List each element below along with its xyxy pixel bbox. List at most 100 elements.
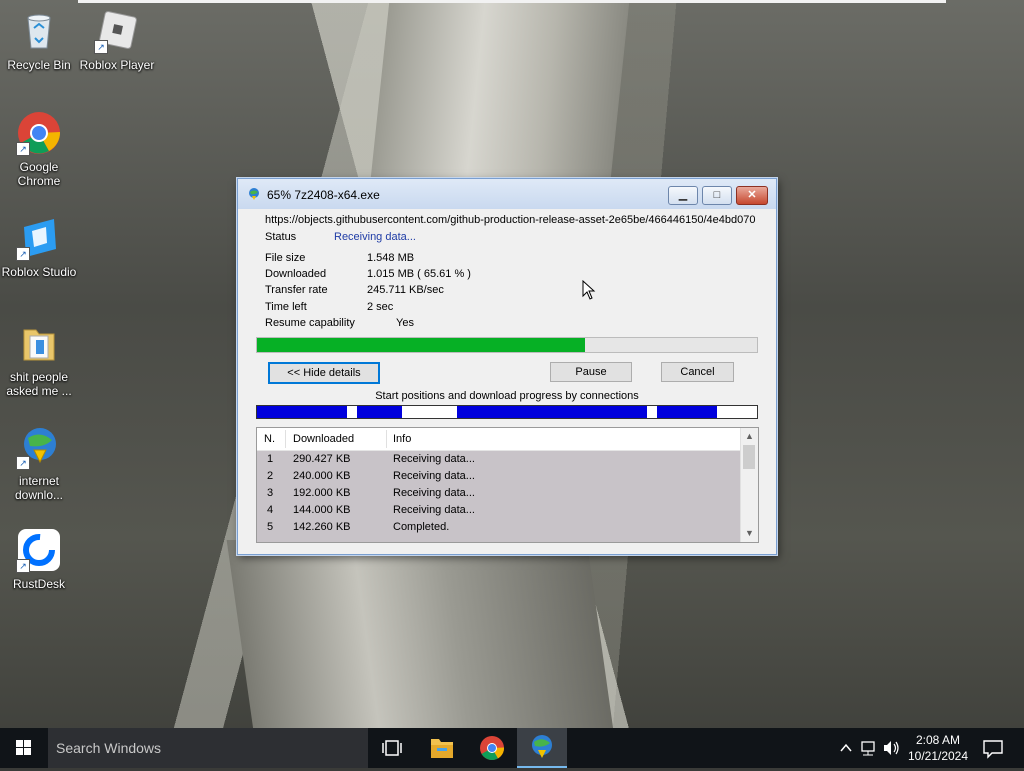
shortcut-arrow-icon: ↗ (16, 456, 30, 470)
row-number: 4 (267, 504, 274, 516)
rustdesk-icon: ↗ (16, 527, 62, 573)
scroll-up-icon[interactable]: ▲ (741, 428, 758, 445)
clock-time: 2:08 AM (915, 733, 961, 747)
connection-segment (557, 406, 647, 418)
downloaded-value: 1.015 MB ( 65.61 % ) (367, 268, 471, 280)
file-size-label: File size (265, 252, 306, 264)
desktop-icon-label: shit people asked me ... (6, 370, 72, 398)
recycle-bin-icon (16, 8, 62, 54)
desktop-icon-label: Roblox Player (79, 58, 155, 72)
row-info: Receiving data... (393, 487, 475, 499)
idm-icon (532, 735, 552, 758)
row-downloaded: 144.000 KB (293, 504, 351, 516)
system-tray (838, 728, 902, 768)
table-vertical-scrollbar[interactable]: ▲ ▼ (740, 428, 758, 542)
row-downloaded: 192.000 KB (293, 487, 351, 499)
desktop-icon-rustdesk[interactable]: ↗ RustDesk (1, 527, 77, 591)
desktop-icon-roblox-studio[interactable]: ↗ Roblox Studio (1, 215, 77, 279)
row-downloaded: 142.260 KB (293, 521, 351, 533)
connection-segment (257, 406, 347, 418)
table-row[interactable]: 2 240.000 KB Receiving data... (257, 468, 758, 485)
desktop-icon-google-chrome[interactable]: ↗ Google Chrome (1, 110, 77, 188)
pause-button[interactable]: Pause (550, 362, 632, 382)
idm-icon (249, 188, 259, 200)
system-clock[interactable]: 2:08 AM 10/21/2024 (906, 732, 970, 764)
row-downloaded: 240.000 KB (293, 470, 351, 482)
desktop-icon-internet-download-manager[interactable]: ↗ internet downlo... (1, 424, 77, 502)
row-number: 3 (267, 487, 274, 499)
desktop-icon-label: RustDesk (12, 577, 65, 591)
download-url: https://objects.githubusercontent.com/gi… (265, 214, 756, 226)
table-row[interactable]: 1 290.427 KB Receiving data... (257, 451, 758, 468)
desktop-icon-label: internet downlo... (14, 474, 64, 502)
resume-capability-value: Yes (396, 317, 414, 329)
transfer-rate-value: 245.711 KB/sec (367, 284, 444, 296)
scroll-down-icon[interactable]: ▼ (741, 525, 758, 542)
shortcut-arrow-icon: ↗ (94, 40, 108, 54)
row-downloaded: 290.427 KB (293, 453, 351, 465)
network-icon[interactable] (861, 741, 875, 756)
connection-segment (457, 406, 557, 418)
close-button[interactable]: ✕ (736, 186, 768, 205)
start-button[interactable] (0, 728, 48, 768)
desktop-icon-folder[interactable]: shit people asked me ... (1, 320, 77, 398)
desktop-icon-label: Roblox Studio (1, 265, 77, 279)
column-header-downloaded[interactable]: Downloaded (293, 433, 354, 445)
connection-segment (357, 406, 402, 418)
connections-caption: Start positions and download progress by… (375, 390, 639, 402)
chrome-icon (480, 736, 505, 761)
connection-segment (657, 406, 717, 418)
status-value: Receiving data... (334, 231, 416, 243)
desktop-icon-recycle-bin[interactable]: Recycle Bin (1, 8, 77, 72)
taskbar: Search Windows 2:08 AM 10/21/2024 (0, 728, 1024, 768)
maximize-icon: □ (713, 189, 721, 201)
idm-icon: ↗ (16, 424, 62, 470)
column-separator (285, 430, 286, 448)
task-view-button[interactable] (367, 728, 417, 768)
connections-table[interactable]: N. Downloaded Info 1 290.427 KB Receiving … (256, 427, 759, 543)
action-center-button[interactable] (978, 728, 1008, 768)
table-row[interactable]: 4 144.000 KB Receiving data... (257, 502, 758, 519)
scrollbar-thumb[interactable] (743, 445, 755, 469)
show-hidden-icons-chevron-icon[interactable] (840, 743, 852, 752)
resume-capability-label: Resume capability (265, 317, 355, 329)
taskbar-file-explorer[interactable] (417, 728, 467, 768)
mouse-cursor-icon (582, 280, 596, 300)
chrome-icon: ↗ (16, 110, 62, 156)
column-separator (386, 430, 387, 448)
close-icon: ✕ (747, 189, 757, 201)
desktop-icon-roblox-player[interactable]: ↗ Roblox Player (79, 8, 155, 72)
table-row[interactable]: 3 192.000 KB Receiving data... (257, 485, 758, 502)
hide-details-button[interactable]: << Hide details (268, 362, 380, 384)
download-progress-window[interactable]: 65% 7z2408-x64.exe ▁ □ ✕ https://objects… (237, 178, 777, 555)
row-number: 2 (267, 470, 274, 482)
maximize-button[interactable]: □ (702, 186, 732, 205)
table-body: 1 290.427 KB Receiving data... 2 240.000 KB R… (257, 451, 758, 536)
time-left-label: Time left (265, 301, 307, 313)
cancel-button[interactable]: Cancel (661, 362, 734, 382)
time-left-value: 2 sec (367, 301, 394, 313)
table-header: N. Downloaded Info (257, 428, 758, 451)
folder-icon (431, 739, 453, 758)
row-info: Completed. (393, 521, 450, 533)
window-titlebar[interactable]: 65% 7z2408-x64.exe ▁ □ ✕ (238, 179, 776, 209)
download-progress-bar (256, 337, 758, 353)
column-header-info[interactable]: Info (393, 433, 411, 445)
notification-icon (983, 740, 1003, 759)
status-label: Status (265, 231, 297, 243)
roblox-player-icon: ↗ (94, 8, 140, 54)
taskbar-chrome[interactable] (467, 728, 517, 768)
table-row[interactable]: 5 142.260 KB Completed. (257, 519, 758, 536)
task-view-icon (382, 740, 402, 756)
clock-date: 10/21/2024 (907, 749, 969, 763)
window-title: 65% 7z2408-x64.exe (267, 188, 380, 202)
volume-icon[interactable] (884, 741, 899, 755)
minimize-button[interactable]: ▁ (668, 186, 698, 205)
search-box[interactable]: Search Windows (48, 728, 368, 768)
minimize-icon: ▁ (678, 189, 688, 201)
downloaded-label: Downloaded (265, 268, 327, 280)
column-header-n[interactable]: N. (264, 433, 275, 445)
taskbar-internet-download-manager[interactable] (517, 728, 567, 768)
folder-icon (16, 320, 62, 366)
desktop-icon-label: Google Chrome (17, 160, 61, 188)
